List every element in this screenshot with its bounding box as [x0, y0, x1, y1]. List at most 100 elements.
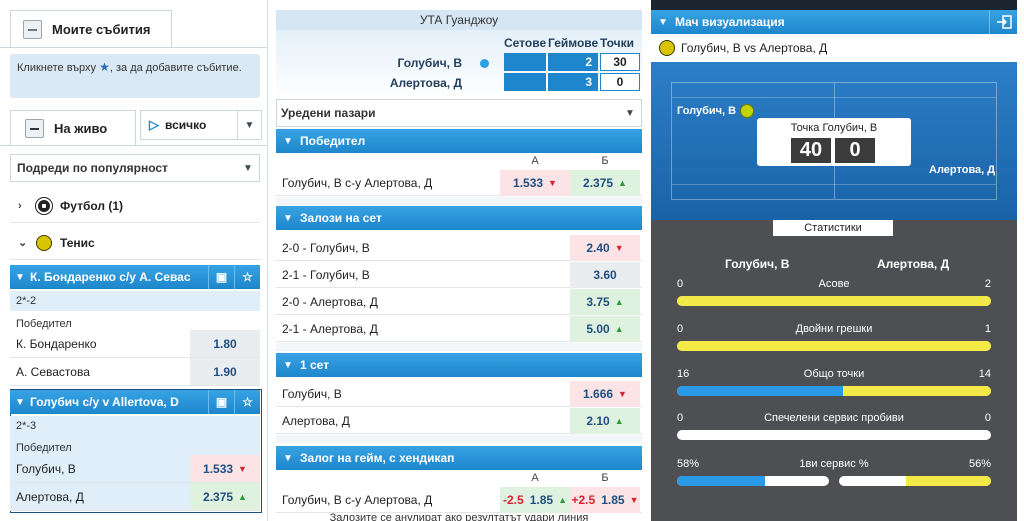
match-title: Голубич, В vs Алертова, Д — [681, 41, 828, 55]
chevron-down-icon[interactable]: ▼ — [619, 100, 641, 126]
odds-button[interactable]: 5.00 ▲ — [570, 316, 640, 342]
stat-label: Спечелени сервис пробиви — [764, 412, 904, 424]
statistics-panel: Статистики Голубич, В Алертова, Д 0 Асове… — [651, 220, 1017, 521]
event-header[interactable]: ▼ К. Бондаренко с/у А. Севас ▣ ☆ — [10, 265, 260, 289]
chevron-down-icon[interactable]: ▼ — [237, 155, 259, 181]
odds-row[interactable]: Голубич, В 1.533 ▼ — [10, 455, 260, 483]
odds-button[interactable]: 3.75 ▲ — [570, 289, 640, 315]
tv-icon[interactable]: ▣ — [208, 265, 234, 289]
star-icon[interactable]: ☆ — [234, 390, 260, 414]
market-header-winner[interactable]: ▼ Победител — [276, 129, 642, 153]
my-events-label: Моите събития — [52, 22, 151, 37]
tennis-ball-icon — [659, 40, 675, 56]
market-row: 2-0 - Алертова, Д 3.75 ▲ — [276, 289, 642, 315]
first-serve-bar-left-fill — [677, 476, 766, 486]
stat-bar — [677, 430, 991, 440]
divider — [276, 197, 642, 205]
stat-right-value: 14 — [978, 368, 991, 380]
popout-icon[interactable] — [989, 10, 1017, 34]
odds-button[interactable]: 3.60 — [570, 262, 640, 288]
chevron-down-icon[interactable]: ▼ — [651, 17, 675, 28]
odds-button[interactable]: 1.80 — [190, 330, 260, 357]
arrow-up-icon: ▲ — [614, 324, 624, 334]
divider — [276, 435, 642, 443]
player2-name: Алертова, Д — [389, 76, 462, 90]
market-header-set1[interactable]: ▼ 1 сет — [276, 353, 642, 377]
stat-bar — [677, 386, 991, 396]
sport-football[interactable]: › Футбол (1) — [10, 189, 260, 223]
chevron-down-icon[interactable]: ▼ — [276, 360, 300, 371]
event-info: 2*-2 — [10, 291, 260, 311]
odds-button[interactable]: 2.40 ▼ — [570, 235, 640, 261]
event-score: 2*-2 — [16, 295, 37, 307]
p1-games: 2 — [548, 53, 598, 71]
score-left: 40 — [791, 138, 831, 163]
score-right: 0 — [835, 138, 875, 163]
handicap-footnote: Залозите се анулират ако резултатът удар… — [329, 512, 589, 521]
first-serve-bar-right — [839, 476, 991, 486]
add-event-hint: Кликнете върху ★, за да добавите събитие… — [10, 54, 260, 98]
chevron-down-icon[interactable]: ▼ — [10, 397, 30, 408]
all-select[interactable]: ▷ всичко ▼ — [140, 110, 262, 140]
odds-button[interactable]: -2.5 1.85 ▲ — [500, 487, 570, 513]
stat-bar-right — [677, 341, 991, 351]
odds-button[interactable]: 2.375 ▲ — [190, 483, 260, 510]
chevron-down-icon[interactable]: ▼ — [276, 136, 300, 147]
odds-button[interactable]: 1.533 ▼ — [500, 170, 570, 196]
markets-select[interactable]: Уредени пазари ▼ — [276, 99, 642, 127]
stat-label: Общо точки — [803, 368, 865, 380]
odds-button[interactable]: +2.5 1.85 ▼ — [570, 487, 640, 513]
event-info: 2*-3 — [10, 416, 260, 438]
chevron-down-icon[interactable]: ▼ — [276, 453, 300, 464]
stat-label: Двойни грешки — [795, 323, 873, 335]
chevron-down-icon[interactable]: ▼ — [276, 213, 300, 224]
visualization-header[interactable]: ▼ Мач визуализация — [651, 10, 1017, 34]
stat-label: Асове — [818, 278, 850, 290]
point-label: Точка Голубич, В — [790, 122, 878, 134]
star-icon[interactable]: ☆ — [234, 265, 260, 289]
match-title-row: Голубич, В vs Алертова, Д — [651, 34, 1017, 62]
arrow-up-icon: ▲ — [614, 416, 624, 426]
football-icon — [36, 197, 52, 214]
odds-button[interactable]: 1.90 — [190, 358, 260, 385]
stats-player2: Алертова, Д — [877, 257, 950, 271]
tv-icon[interactable]: ▣ — [208, 390, 234, 414]
stat-bar-right — [843, 386, 991, 396]
arrow-up-icon: ▲ — [558, 495, 567, 505]
odds-row[interactable]: К. Бондаренко 1.80 — [10, 330, 260, 358]
col-sets: Сетове — [504, 36, 547, 50]
stat-right-value: 56% — [968, 458, 991, 470]
arrow-up-icon: ▲ — [238, 491, 247, 502]
stat-right-value: 0 — [984, 412, 991, 424]
chevron-down-icon[interactable]: ▼ — [237, 111, 261, 139]
collapse-icon[interactable] — [25, 119, 44, 138]
odds-row[interactable]: Алертова, Д 2.375 ▲ — [10, 483, 260, 511]
odds-row[interactable]: А. Севастова 1.90 — [10, 358, 260, 386]
market-header-handicap[interactable]: ▼ Залог на гейм, с хендикап — [276, 446, 642, 470]
arrow-up-icon: ▲ — [614, 297, 624, 307]
arrow-up-icon: ▲ — [618, 178, 627, 188]
odds-button[interactable]: 1.666 ▼ — [570, 381, 640, 407]
market-header-set-bets[interactable]: ▼ Залози на сет — [276, 206, 642, 230]
tennis-ball-icon — [36, 234, 52, 251]
event-header[interactable]: ▼ Голубич с/у v Allertova, D ▣ ☆ — [10, 390, 260, 414]
market-row: 2-1 - Алертова, Д 5.00 ▲ — [276, 316, 642, 342]
event-score: 2*-3 — [16, 420, 37, 432]
stat-bar-left — [677, 386, 844, 396]
odds-button[interactable]: 2.375 ▲ — [570, 170, 640, 196]
event-markets: УТА Гуанджоу Сетове Геймове Точки Голуби… — [276, 0, 642, 521]
market-row: 2-1 - Голубич, В 3.60 — [276, 262, 642, 288]
sort-select[interactable]: Подреди по популярност ▼ — [10, 154, 260, 182]
sport-tennis[interactable]: ⌄ Тенис — [10, 226, 260, 260]
tennis-court: Голубич, В Алертова, Д Точка Голубич, В … — [651, 62, 1017, 220]
p2-sets — [504, 73, 546, 91]
odds-button[interactable]: 1.533 ▼ — [190, 455, 260, 482]
live-tab[interactable]: На живо — [10, 110, 136, 146]
my-events-tab[interactable]: Моите събития — [10, 10, 172, 48]
collapse-icon[interactable] — [23, 20, 42, 39]
statistics-button[interactable]: Статистики — [773, 220, 893, 236]
market-row: Алертова, Д 2.10 ▲ — [276, 408, 642, 434]
odds-button[interactable]: 2.10 ▲ — [570, 408, 640, 434]
event-title: К. Бондаренко с/у А. Севас — [30, 270, 191, 284]
chevron-down-icon[interactable]: ▼ — [10, 272, 30, 283]
